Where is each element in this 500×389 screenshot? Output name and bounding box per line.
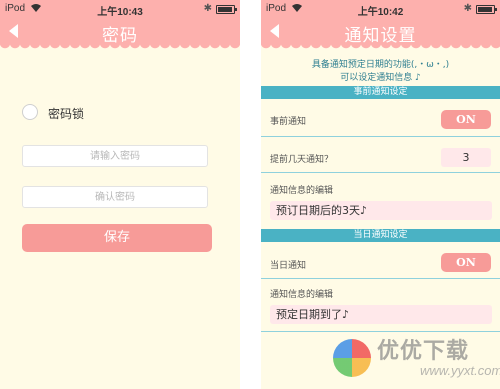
advance-notice-toggle[interactable]: ON (441, 110, 491, 129)
confirm-password-input[interactable] (22, 186, 208, 208)
watermark-logo-icon (333, 339, 371, 377)
intro-text-line2: 可以设定通知信息 ♪ (340, 73, 421, 83)
advance-message-input[interactable]: 预订日期后的3天♪ (270, 201, 492, 220)
same-day-notice-label: 当日通知 (270, 261, 307, 271)
save-button[interactable]: 保存 (22, 224, 212, 252)
scalloped-edge (0, 44, 240, 50)
status-bar: iPod 上午10:42 ✱ (261, 0, 500, 18)
status-bar: iPod 上午10:43 ✱ (0, 0, 240, 18)
divider (261, 278, 500, 279)
battery-level-fill (478, 7, 493, 12)
password-lock-label: 密码锁 (48, 107, 85, 121)
watermark-url: www.yyxt.com (420, 363, 500, 378)
same-day-notice-toggle[interactable]: ON (441, 253, 491, 272)
days-before-label: 提前几天通知？ (270, 155, 334, 165)
nav-bar: 密码 (0, 18, 240, 46)
intro-text-line1: 具备通知预定日期的功能(,・ω・,) (311, 60, 450, 70)
same-day-message-input[interactable]: 预定日期到了♪ (270, 305, 492, 324)
same-day-message-label: 通知信息的编辑 (270, 290, 334, 300)
advance-notice-label: 事前通知 (270, 117, 307, 127)
same-day-section-header: 当日通知设定 (261, 229, 500, 242)
scalloped-edge (261, 44, 500, 50)
watermark: 优优下载 www.yyxt.com (325, 331, 500, 389)
battery-icon (216, 5, 237, 14)
bluetooth-icon: ✱ (203, 3, 212, 14)
advance-message-label: 通知信息的编辑 (270, 186, 334, 196)
page-title: 密码 (102, 26, 138, 46)
page-title: 通知设置 (344, 26, 417, 46)
nav-bar: 通知设置 (261, 18, 500, 46)
battery-icon (476, 5, 497, 14)
password-input[interactable] (22, 145, 208, 167)
watermark-text: 优优下载 (377, 339, 470, 364)
advance-notice-section-header: 事前通知设定 (261, 86, 500, 99)
password-lock-radio[interactable] (22, 104, 38, 120)
days-before-input[interactable] (441, 148, 491, 167)
password-screen: iPod 上午10:43 ✱ 密码 密码锁 保存 (0, 0, 240, 389)
divider (261, 172, 500, 173)
battery-level-fill (218, 7, 233, 12)
divider (261, 136, 500, 137)
bluetooth-icon: ✱ (463, 3, 472, 14)
